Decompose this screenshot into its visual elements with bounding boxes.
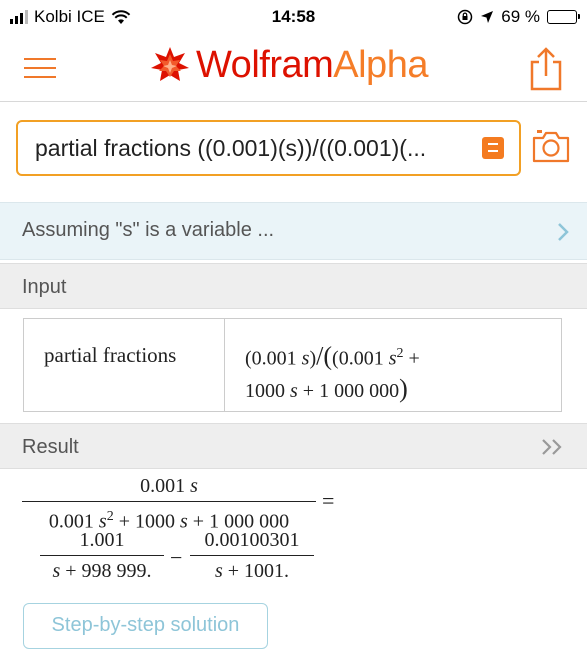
menu-icon[interactable] — [24, 56, 56, 80]
result-pod-title: Result — [22, 436, 79, 458]
compute-button[interactable] — [482, 137, 504, 159]
input-expression-line-1: (0.001 s)/((0.001 s2 + — [245, 339, 420, 374]
lhs-num-coef: 0.001 — [140, 475, 191, 497]
expr-variable: s — [388, 347, 397, 370]
fraction-bar — [190, 555, 314, 556]
rotation-lock-icon — [458, 9, 473, 25]
wolfram-alpha-logo[interactable]: WolframAlpha — [150, 44, 428, 87]
input-label-cell: partial fractions — [24, 319, 225, 411]
location-arrow-icon — [481, 11, 494, 23]
result-pod-header: Result — [0, 423, 587, 469]
expr-exponent: 2 — [396, 346, 404, 361]
input-expression-line-2: 1000 s + 1 000 000) — [245, 374, 420, 406]
equals-sign: = — [322, 488, 335, 513]
term2-var: s — [214, 560, 223, 582]
assumption-bar[interactable]: Assuming "s" is a variable ... — [0, 202, 587, 260]
term2-denominator: s + 1001. — [190, 559, 314, 583]
battery-percent: 69 % — [501, 7, 540, 26]
term2-numerator: 0.00100301 — [204, 529, 300, 551]
input-pod-header: Input — [0, 263, 587, 309]
header-divider — [0, 101, 587, 102]
input-label: partial fractions — [44, 343, 177, 367]
camera-icon[interactable] — [531, 128, 571, 164]
chevron-right-icon — [558, 223, 569, 241]
expr-part: + 1 000 000 — [297, 379, 400, 402]
minus-sign: − — [170, 545, 183, 570]
expr-part: + — [403, 347, 420, 370]
fraction-bar — [40, 555, 164, 556]
result-term-1: 1.001 s + 998 999. — [40, 528, 164, 583]
lhs-num-var: s — [190, 475, 198, 497]
expr-open-paren: ( — [323, 341, 333, 371]
app-header: WolframAlpha — [0, 36, 587, 100]
battery-icon — [547, 10, 580, 24]
expr-close-paren: ) — [399, 373, 408, 403]
step-by-step-button[interactable]: Step-by-step solution — [23, 603, 268, 649]
term1-numerator: 1.001 — [79, 529, 125, 551]
search-input[interactable]: partial fractions ((0.001)(s))/((0.001)(… — [16, 120, 521, 176]
term1-den-rest: + 998 999. — [60, 560, 152, 582]
expr-part: (0.001 — [332, 347, 389, 370]
result-lhs-fraction: 0.001 s 0.001 s2 + 1000 s + 1 000 000 — [22, 474, 316, 534]
brand-wordmark: WolframAlpha — [196, 44, 428, 87]
input-pod-title: Input — [22, 276, 67, 298]
double-chevron-right-icon[interactable] — [541, 438, 565, 456]
expr-part: 1000 — [245, 379, 290, 402]
input-table: partial fractions (0.001 s)/((0.001 s2 +… — [23, 318, 562, 412]
input-expression: (0.001 s)/((0.001 s2 + 1000 s + 1 000 00… — [245, 339, 420, 406]
assumption-text: Assuming "s" is a variable ... — [22, 219, 275, 241]
lhs-den-exponent: 2 — [106, 509, 114, 524]
wolfram-star-icon — [151, 46, 189, 81]
share-icon[interactable] — [526, 46, 566, 92]
lhs-den-var: s — [180, 510, 188, 533]
brand-alpha: Alpha — [333, 44, 428, 86]
brand-wolfram: Wolfram — [196, 44, 334, 86]
expr-part: (0.001 — [245, 347, 302, 370]
term2-den-rest: + 1001. — [222, 560, 290, 582]
fraction-bar — [22, 501, 316, 502]
status-right: 69 % — [457, 7, 580, 27]
status-bar: Kolbi ICE 14:58 69 % — [0, 0, 587, 36]
search-query-text[interactable]: partial fractions ((0.001)(s))/((0.001)(… — [35, 135, 426, 162]
result-term-2: 0.00100301 s + 1001. — [190, 528, 314, 583]
lhs-numerator: 0.001 s — [22, 474, 316, 498]
term1-denominator: s + 998 999. — [40, 559, 164, 583]
expr-variable: s — [290, 379, 298, 402]
